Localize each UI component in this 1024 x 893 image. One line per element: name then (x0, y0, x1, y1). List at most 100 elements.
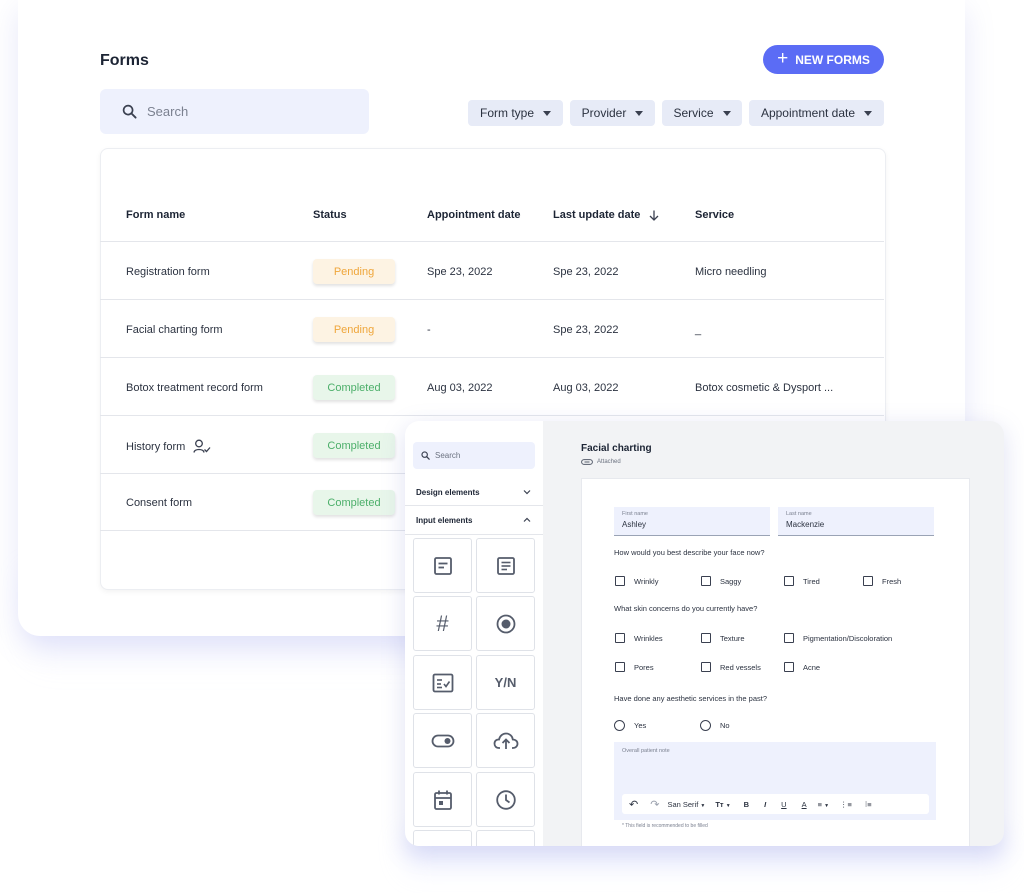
number-icon: # (436, 610, 449, 636)
font-family-select[interactable]: San Serif ▼ (667, 800, 705, 809)
column-header-last-update[interactable]: Last update date (553, 209, 659, 221)
align-icon[interactable]: ≡ ▼ (818, 800, 829, 809)
filter-label: Service (673, 106, 714, 120)
toggle-tile[interactable] (413, 713, 472, 768)
option-label: No (720, 721, 730, 730)
caret-down-icon: ▼ (824, 802, 830, 809)
option-checkbox[interactable]: Red vessels (701, 662, 761, 672)
radio-tile[interactable] (476, 596, 535, 651)
column-header-appointment-date[interactable]: Appointment date (427, 209, 521, 221)
filter-provider[interactable]: Provider (570, 100, 655, 126)
form-name-cell[interactable]: Botox treatment record form (126, 382, 263, 394)
last-update-cell: Spe 23, 2022 (553, 266, 619, 278)
caret-down-icon (543, 110, 551, 116)
checkbox-icon (784, 576, 794, 586)
checklist-tile[interactable] (413, 655, 472, 710)
note-label: Overall patient note (622, 748, 670, 754)
column-header-form-name[interactable]: Form name (126, 209, 185, 221)
patient-note-editor[interactable]: Overall patient note ↶ ↷ San Serif ▼ Tт … (614, 742, 936, 820)
filter-label: Appointment date (760, 106, 856, 120)
form-card: First name Ashley Last name Mackenzie Ho… (581, 478, 970, 846)
yes-no-tile[interactable]: Y/N (476, 655, 535, 710)
filter-appointment-date[interactable]: Appointment date (749, 100, 884, 126)
text-color-icon[interactable]: A (802, 800, 807, 809)
option-label: Acne (803, 662, 821, 672)
section-divider (405, 505, 543, 506)
option-checkbox[interactable]: Texture (701, 633, 745, 643)
new-forms-button[interactable]: + NEW FORMS (763, 45, 884, 74)
column-header-service[interactable]: Service (695, 209, 734, 221)
last-name-field[interactable]: Last name Mackenzie (778, 507, 934, 536)
search-box[interactable] (100, 89, 369, 134)
option-radio[interactable]: No (700, 720, 730, 731)
long-text-icon (496, 556, 515, 575)
option-label: Fresh (882, 576, 902, 586)
caret-down-icon: ▼ (725, 802, 731, 809)
upload-icon (493, 732, 518, 749)
underline-icon[interactable]: U (781, 800, 786, 809)
filter-label: Form type (479, 106, 534, 120)
form-name-cell[interactable]: Facial charting form (126, 324, 223, 336)
option-radio[interactable]: Yes (614, 720, 646, 731)
section-label: Input elements (416, 515, 473, 525)
arrow-down-icon (649, 210, 659, 221)
form-name-cell[interactable]: Consent form (126, 497, 192, 509)
form-preview: Facial charting Attached First name Ashl… (543, 421, 1004, 846)
sidebar-search[interactable]: Search (413, 442, 535, 469)
appointment-date-cell: - (427, 324, 431, 336)
search-input[interactable] (145, 103, 349, 120)
column-header-status[interactable]: Status (313, 209, 347, 221)
section-label: Design elements (416, 487, 480, 497)
option-checkbox[interactable]: Saggy (701, 576, 741, 586)
bold-icon[interactable]: B (744, 800, 749, 809)
short-text-icon (433, 556, 452, 575)
italic-icon[interactable]: I (764, 800, 766, 809)
checkbox-icon (784, 633, 794, 643)
filter-form-type[interactable]: Form type (468, 100, 563, 126)
number-tile[interactable]: # (413, 596, 472, 651)
form-builder-panel: Search Design elements Input elements # … (405, 421, 1004, 846)
design-elements-section[interactable]: Design elements (405, 479, 543, 505)
radio-icon (614, 720, 625, 731)
long-text-tile[interactable] (476, 538, 535, 593)
option-checkbox[interactable]: Wrinkly (615, 576, 658, 586)
appointment-date-cell: Spe 23, 2022 (427, 266, 493, 278)
input-elements-section[interactable]: Input elements (405, 507, 543, 533)
first-name-field[interactable]: First name Ashley (614, 507, 770, 536)
upload-tile[interactable] (476, 713, 535, 768)
option-checkbox[interactable]: Pores (615, 662, 654, 672)
form-name-cell[interactable]: History form (126, 439, 211, 454)
caret-down-icon: ▼ (700, 802, 706, 809)
bullet-list-icon[interactable]: ⁝≡ (865, 800, 872, 809)
text-size-icon[interactable]: Tт ▼ (715, 800, 730, 809)
row-divider (100, 241, 884, 242)
more-tile[interactable] (413, 830, 472, 846)
date-tile[interactable] (413, 772, 472, 827)
option-checkbox[interactable]: Pigmentation/Discoloration (784, 633, 892, 643)
option-checkbox[interactable]: Wrinkles (615, 633, 663, 643)
row-divider (100, 357, 884, 358)
short-text-tile[interactable] (413, 538, 472, 593)
option-checkbox[interactable]: Tired (784, 576, 820, 586)
form-name-cell[interactable]: Registration form (126, 266, 210, 278)
page-title: Forms (100, 52, 149, 69)
section-divider (405, 534, 543, 535)
checkbox-icon (784, 662, 794, 672)
option-checkbox[interactable]: Acne (784, 662, 820, 672)
elements-sidebar: Search Design elements Input elements # … (405, 421, 543, 846)
calendar-icon (433, 790, 452, 810)
filter-service[interactable]: Service (662, 100, 742, 126)
service-cell: Micro needling (695, 266, 767, 278)
redo-icon[interactable]: ↷ (650, 798, 659, 811)
checklist-icon (432, 673, 453, 692)
checkbox-icon (863, 576, 873, 586)
option-checkbox[interactable]: Fresh (863, 576, 901, 586)
row-divider (100, 299, 884, 300)
time-tile[interactable] (476, 772, 535, 827)
field-value: Mackenzie (786, 520, 825, 529)
status-badge: Pending (313, 317, 395, 342)
more-tile[interactable] (476, 830, 535, 846)
column-header-label: Last update date (553, 209, 641, 221)
undo-icon[interactable]: ↶ (629, 798, 638, 811)
ordered-list-icon[interactable]: ⋮≡ (840, 800, 852, 809)
